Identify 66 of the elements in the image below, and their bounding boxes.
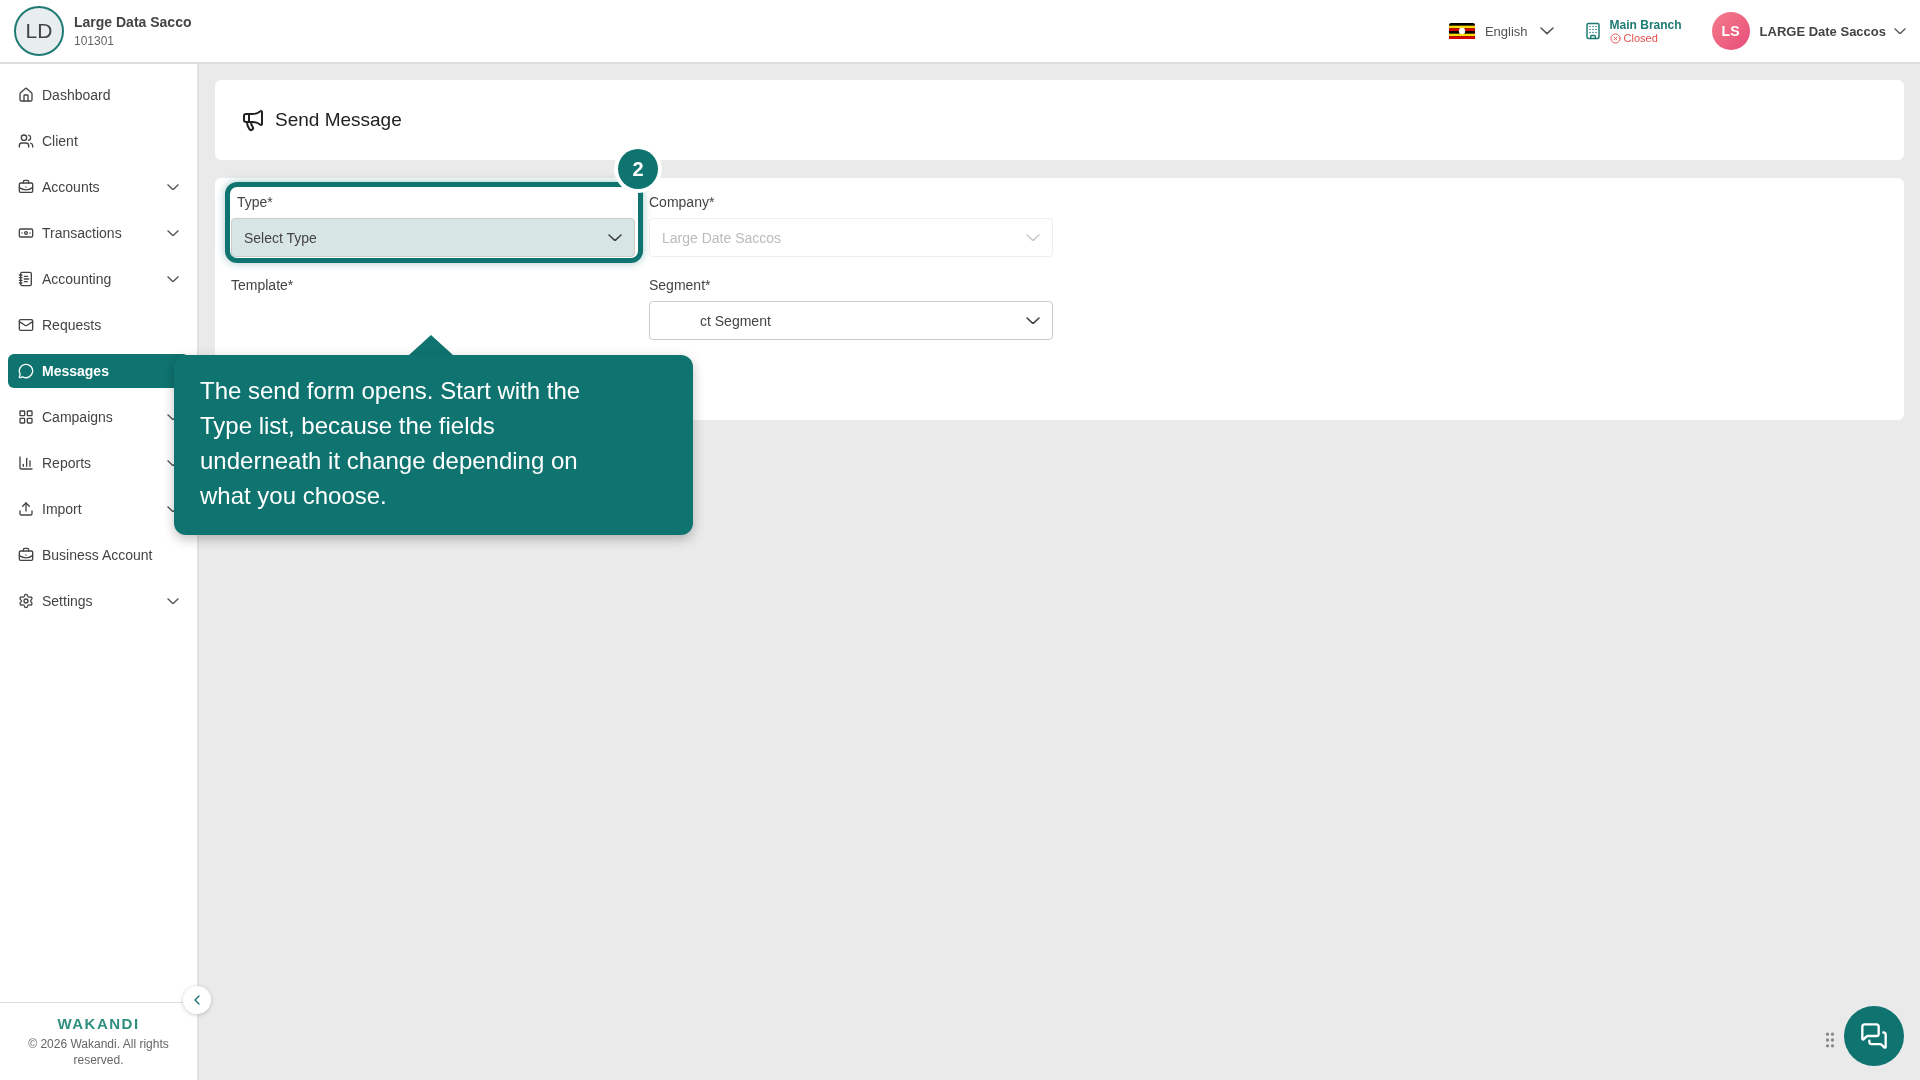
sidebar-item[interactable]: Import <box>8 491 189 527</box>
mail-icon <box>18 317 34 333</box>
select-field[interactable]: ct Segment <box>649 301 1053 340</box>
sidebar-label: Client <box>42 133 79 149</box>
chevron-down-icon <box>1894 27 1906 35</box>
sidebar-item[interactable]: Accounts <box>8 169 189 205</box>
chevron-down-icon <box>1539 27 1554 35</box>
language-selector[interactable]: English <box>1484 23 1554 39</box>
chat-button[interactable] <box>1844 1006 1904 1066</box>
sidebar-label: Import <box>42 501 83 517</box>
logo: WAKANDI <box>57 1014 140 1032</box>
field-label: Segment* <box>649 277 712 293</box>
branch-status: Closed <box>1623 32 1658 44</box>
select-field[interactable]: Select Type <box>231 218 635 257</box>
building-icon <box>1583 22 1602 40</box>
users-icon <box>18 133 34 149</box>
collapse-button[interactable] <box>183 986 211 1014</box>
chat-icon <box>1860 1022 1888 1050</box>
sidebar-label: Business Account <box>42 547 154 563</box>
sidebar-item[interactable]: Reports <box>8 445 189 481</box>
sidebar-label: Settings <box>42 593 94 609</box>
sidebar-label: Transactions <box>42 225 123 241</box>
banknote-icon <box>18 225 34 241</box>
notebook-icon <box>18 271 34 287</box>
chevron-down-icon <box>608 233 622 242</box>
sidebar-label: Campaigns <box>42 409 114 425</box>
copyright-text: © 2026 Wakandi. All rights reserved. <box>27 1035 170 1068</box>
org-name: Large Data Sacco <box>74 14 192 30</box>
sidebar-label: Requests <box>42 317 103 333</box>
sidebar-label: Accounting <box>42 271 113 287</box>
field-label: Company* <box>649 194 716 210</box>
sidebar-item[interactable]: Settings <box>8 583 189 619</box>
sidebar-label: Messages <box>42 363 110 379</box>
briefcase-icon <box>18 179 34 195</box>
user-avatar: LS <box>1711 12 1750 50</box>
sidebar-item[interactable]: Business Account <box>8 537 189 573</box>
sidebar-item[interactable]: Requests <box>8 307 189 343</box>
sidebar-item[interactable]: Transactions <box>8 215 189 251</box>
user-menu[interactable]: LARGE Date Saccos <box>1759 23 1906 39</box>
grid-icon <box>18 409 34 425</box>
field-label: Template* <box>231 277 295 293</box>
sidebar-item[interactable]: Client <box>8 123 189 159</box>
chevron-down-icon <box>1026 316 1040 325</box>
sidebar-label: Accounts <box>42 179 101 195</box>
branch-name: Main Branch <box>1609 18 1682 32</box>
home-icon <box>18 87 34 103</box>
bar-chart-icon <box>18 455 34 471</box>
sidebar-item[interactable]: Accounting <box>8 261 189 297</box>
flag-icon <box>1448 23 1475 39</box>
org-code: 101301 <box>74 34 116 48</box>
sidebar-item[interactable]: Campaigns <box>8 399 189 435</box>
step-badge: 2 <box>618 149 658 189</box>
sidebar-label: Dashboard <box>42 87 112 103</box>
megaphone-icon <box>241 108 265 132</box>
tooltip-text: The send form opens. Start with the Type list, because the fields underneath it change depending on what you choose. <box>200 376 582 511</box>
close-circle-icon <box>1609 32 1621 44</box>
briefcase-icon <box>18 547 34 563</box>
sidebar-label: Reports <box>42 455 93 471</box>
upload-icon <box>18 501 34 517</box>
chat-icon <box>18 363 34 379</box>
settings-icon <box>18 593 34 609</box>
field-label: Type* <box>236 194 274 210</box>
chevron-down-icon <box>1026 233 1040 242</box>
org-avatar: LD <box>14 6 64 56</box>
page-title: Send Message <box>275 109 402 131</box>
sidebar-item[interactable]: Dashboard <box>8 77 189 113</box>
